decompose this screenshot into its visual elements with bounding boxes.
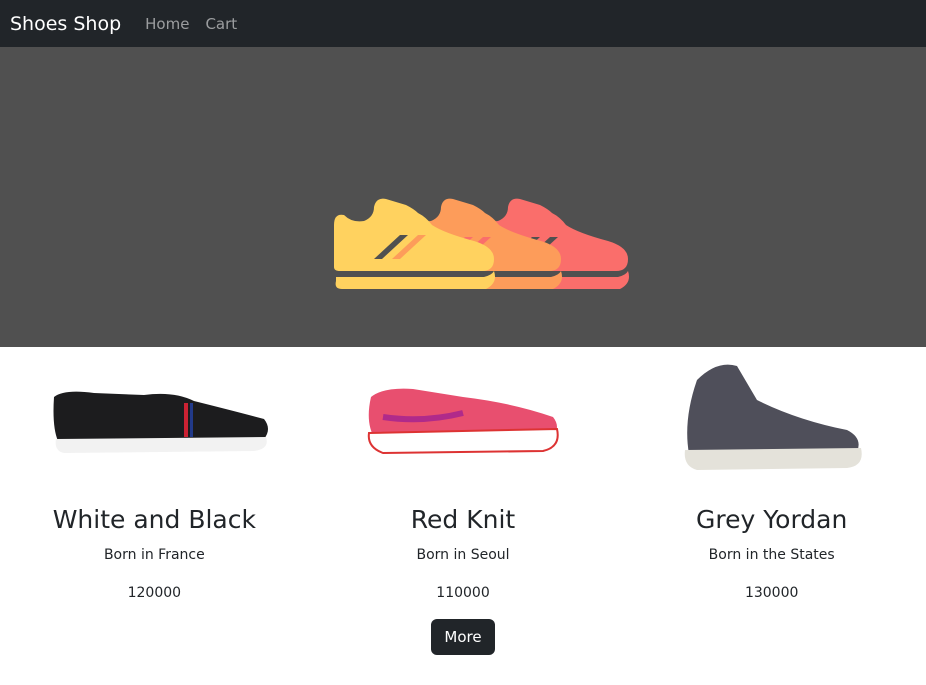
product-image xyxy=(309,347,618,487)
product-card: Red Knit Born in Seoul 110000 More xyxy=(309,347,618,655)
product-image xyxy=(0,347,309,487)
product-image xyxy=(617,347,926,487)
nav-home-link[interactable]: Home xyxy=(145,15,189,33)
product-description: Born in France xyxy=(103,547,205,563)
product-card: Grey Yordan Born in the States 130000 xyxy=(617,347,926,655)
product-title: Grey Yordan xyxy=(696,505,848,534)
product-list: White and Black Born in France 120000 Re… xyxy=(0,347,926,655)
product-price: 130000 xyxy=(744,585,799,601)
nav-cart-link[interactable]: Cart xyxy=(205,15,237,33)
product-title: White and Black xyxy=(52,505,256,534)
product-description: Born in the States xyxy=(708,547,835,563)
hero-banner xyxy=(0,47,926,347)
product-price: 110000 xyxy=(436,585,490,601)
navbar: Shoes Shop Home Cart xyxy=(0,0,926,47)
product-card: White and Black Born in France 120000 xyxy=(0,347,309,655)
brand-link[interactable]: Shoes Shop xyxy=(10,13,121,35)
more-button[interactable]: More xyxy=(431,619,495,655)
shoes-icon xyxy=(334,198,629,289)
product-title: Red Knit xyxy=(410,505,516,534)
product-description: Born in Seoul xyxy=(416,547,510,563)
product-price: 120000 xyxy=(127,585,182,601)
